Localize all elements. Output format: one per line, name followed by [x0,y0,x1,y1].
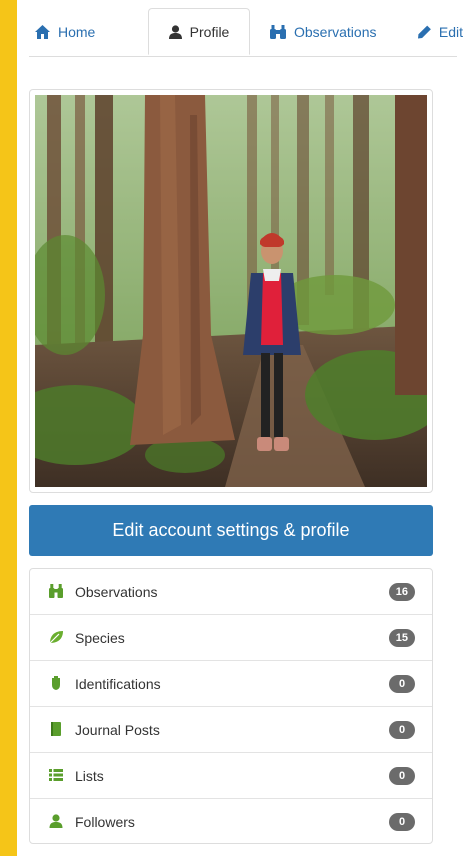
book-icon [51,722,61,736]
tab-profile[interactable]: Profile [148,8,250,55]
stat-row-lists[interactable]: Lists 0 [30,752,432,798]
stat-row-identifications[interactable]: Identifications 0 [30,660,432,706]
stat-label: Observations [75,584,158,600]
stat-label: Lists [75,767,104,784]
binoculars-icon [270,24,286,39]
count-badge: 0 [389,674,415,693]
count-badge: 0 [389,812,415,831]
count-badge: 0 [389,720,415,739]
forest-photo-illustration [35,95,427,487]
tab-observations[interactable]: Observations [270,8,395,55]
count-badge: 16 [388,583,415,601]
tab-observations-label: Observations [294,23,377,40]
tab-home-label: Home [58,23,96,40]
stat-label: Identifications [75,675,161,692]
list-icon [49,769,63,781]
stat-row-journal-posts[interactable]: Journal Posts 0 [30,706,432,752]
pencil-icon [418,25,431,38]
profile-photo-frame [29,89,433,493]
user-icon [49,814,63,828]
edit-account-settings-label: Edit account settings & profile [112,520,350,540]
stat-label: Journal Posts [75,721,160,738]
count-badge: 15 [388,628,415,647]
edit-account-settings-button[interactable]: Edit account settings & profile [29,505,433,556]
shield-icon [52,676,60,690]
tab-edit-label: Edit [438,23,463,40]
tab-edit[interactable]: Edit [418,8,463,55]
user-icon [168,24,182,39]
count-badge: 0 [389,766,415,785]
stat-row-species[interactable]: Species 15 [30,614,432,660]
tab-profile-label: Profile [189,23,230,40]
stat-label: Followers [75,813,135,830]
leaf-icon [49,631,63,644]
profile-photo[interactable] [35,95,427,487]
tab-home[interactable]: Home [35,8,130,55]
stat-row-followers[interactable]: Followers 0 [30,798,432,844]
stats-list: Observations 16 Species 15 Identificatio… [29,568,433,844]
profile-tabs: Home Profile Observations Edit [29,8,463,57]
binoculars-icon [49,584,63,598]
home-icon [35,24,50,39]
stat-row-observations[interactable]: Observations 16 [30,569,432,615]
stat-label: Species [75,629,125,646]
